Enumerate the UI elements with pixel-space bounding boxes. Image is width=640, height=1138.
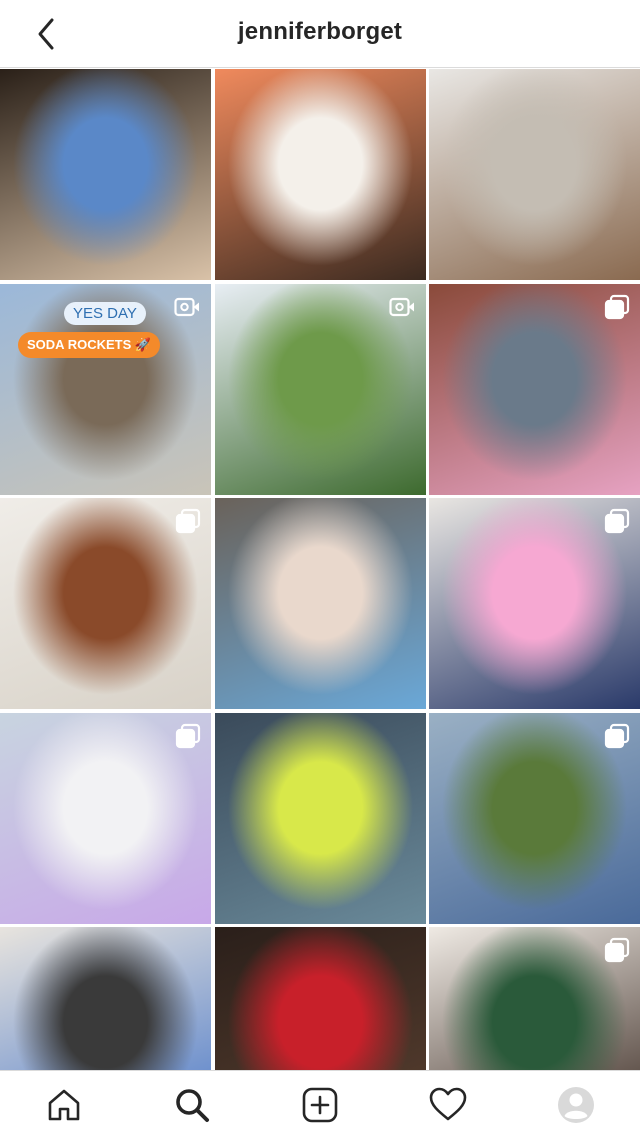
carousel-icon [604,508,630,534]
carousel-icon [604,294,630,319]
tab-search[interactable] [128,1071,256,1138]
post-tile[interactable] [429,69,640,280]
tab-activity[interactable] [384,1071,512,1138]
tab-new-post[interactable] [256,1071,384,1138]
tab-profile[interactable] [512,1071,640,1138]
story-sticker-yes-day: YES DAY [64,301,146,325]
post-image [429,69,640,280]
search-icon [176,1088,209,1122]
post-grid: YES DAY SODA ROCKETS 🚀 [0,69,640,1138]
add-post-icon [302,1087,338,1122]
bottom-tab-bar [0,1070,640,1138]
post-image [0,69,211,280]
carousel-icon [604,723,630,748]
carousel-icon [604,937,630,963]
post-tile[interactable] [214,712,426,924]
carousel-icon [175,723,201,748]
carousel-icon [175,508,201,534]
post-tile[interactable] [0,498,211,709]
post-image [214,498,426,709]
story-sticker-soda-rockets: SODA ROCKETS 🚀 [18,331,161,358]
post-tile[interactable] [0,69,211,280]
avatar-icon [558,1086,594,1123]
heart-icon [429,1087,467,1120]
post-tile[interactable] [214,69,426,280]
top-bar: jenniferborget [0,0,640,68]
post-tile[interactable]: YES DAY SODA ROCKETS 🚀 [0,283,211,495]
video-icon [174,297,199,316]
tab-home[interactable] [0,1071,128,1138]
home-icon [48,1089,80,1120]
post-image [214,712,426,924]
post-tile[interactable] [429,498,640,709]
post-tile[interactable] [0,712,211,924]
video-icon [388,297,414,316]
post-image [214,69,426,280]
profile-username: jenniferborget [237,18,403,45]
post-tile[interactable] [429,283,640,495]
post-tile[interactable] [429,712,640,924]
post-tile[interactable] [214,498,426,709]
post-tile[interactable] [214,283,426,495]
